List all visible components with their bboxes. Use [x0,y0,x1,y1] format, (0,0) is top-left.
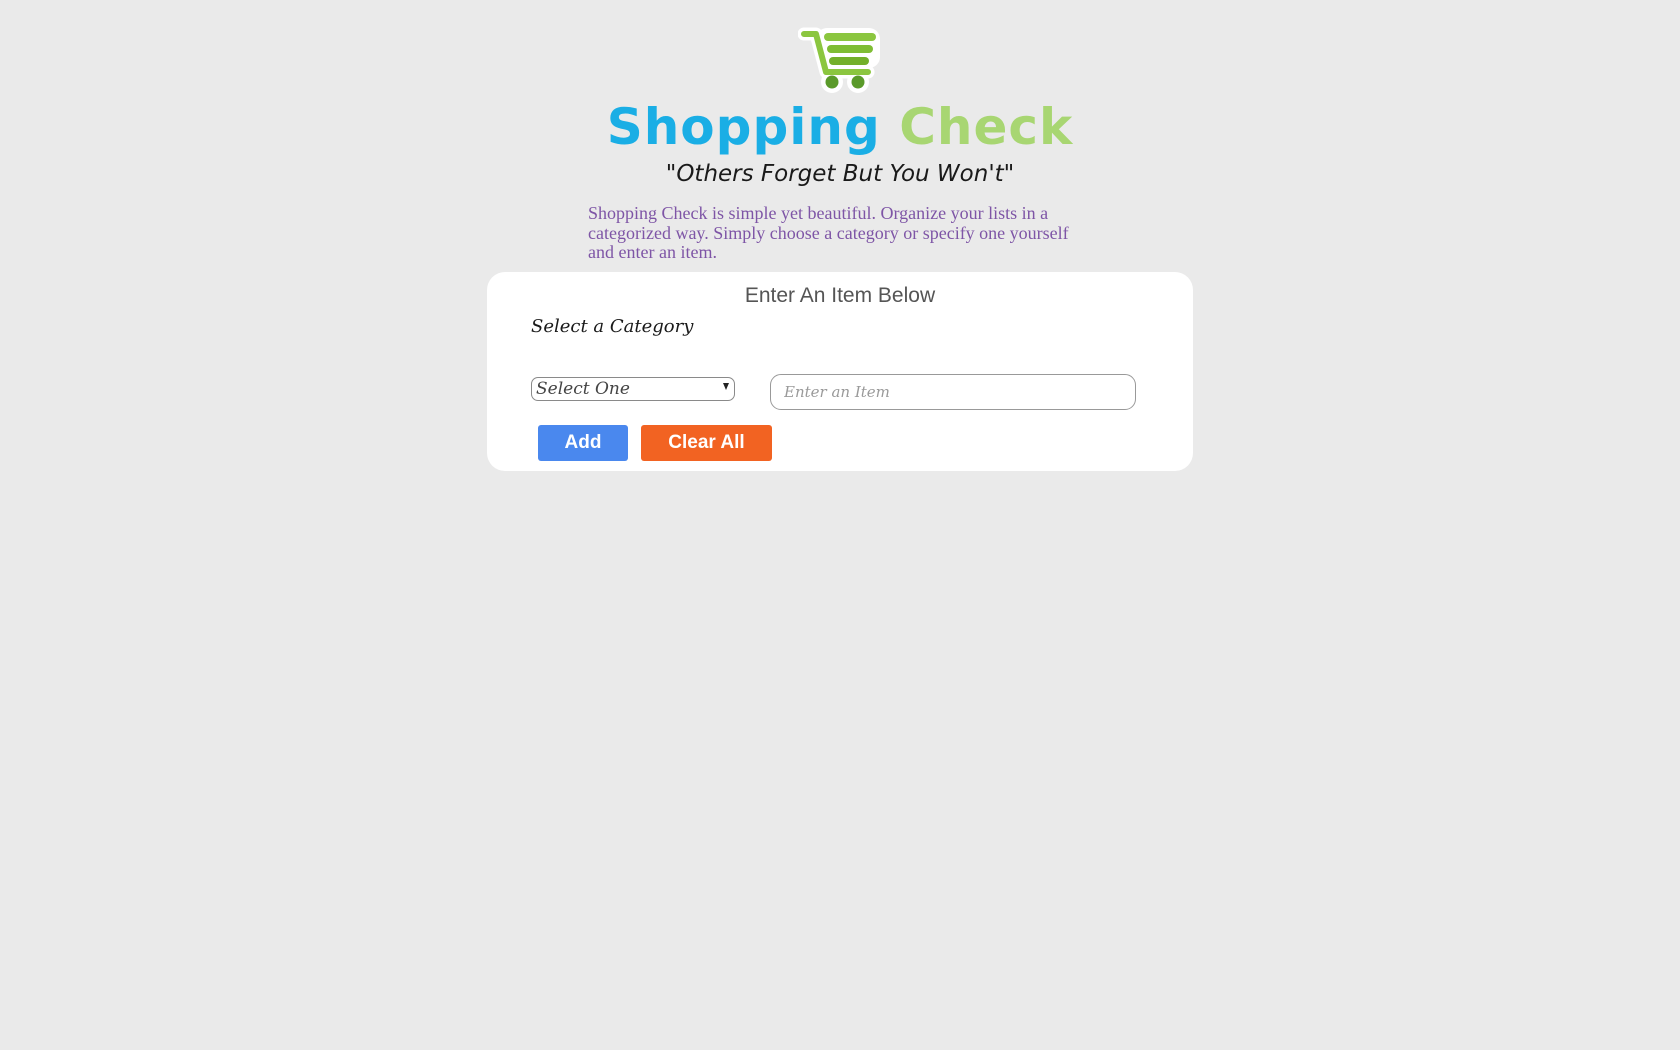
category-select-value: Select One [536,379,630,399]
clear-all-button[interactable]: Clear All [641,425,772,461]
brand-title-part2: Check [899,98,1074,156]
add-button[interactable]: Add [538,425,628,461]
brand-title-part1: Shopping [606,98,881,156]
brand-title: Shopping Check [0,92,1680,162]
add-item-card: Enter An Item Below Select a Category Se… [487,272,1193,471]
category-label: Select a Category [531,316,694,337]
intro-description: Shopping Check is simple yet beautiful. … [588,203,1069,262]
category-select[interactable]: Select One [531,377,735,401]
tagline: "Others Forget But You Won't" [665,161,1015,187]
shopping-cart-icon [797,24,882,94]
dropdown-arrow-icon [723,383,729,390]
card-title: Enter An Item Below [744,284,936,307]
item-input[interactable] [770,374,1136,410]
page: Shopping Check "Others Forget But You Wo… [0,0,1680,1050]
